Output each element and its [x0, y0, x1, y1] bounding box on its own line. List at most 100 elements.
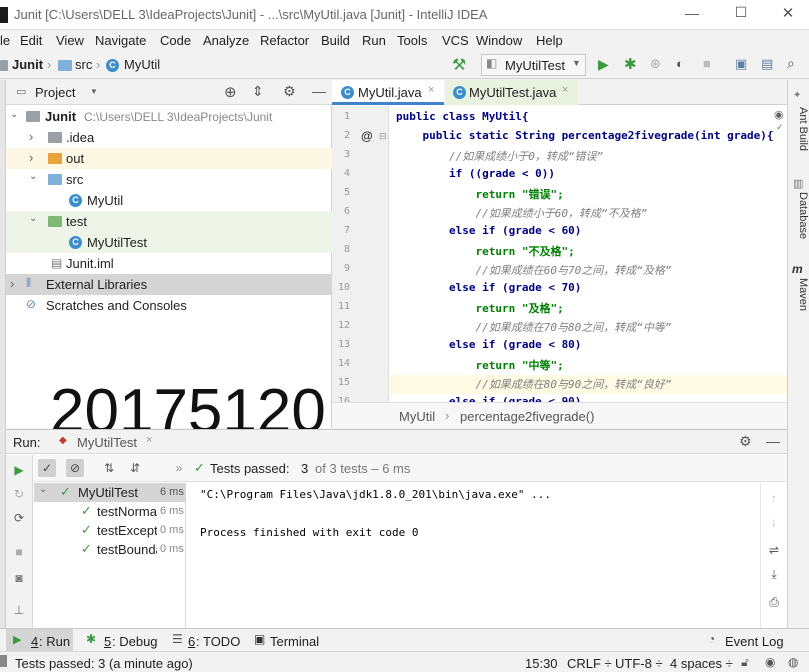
tree-row-external-libraries[interactable]: › ⫴ External Libraries [6, 274, 332, 295]
event-log-button[interactable]: ◔ Event Log [705, 629, 805, 652]
editor-crumb-method[interactable]: percentage2fivegrade() [460, 409, 594, 424]
sdk-icon[interactable]: ▤ [761, 56, 773, 72]
menu-help[interactable]: Help [536, 33, 563, 48]
scroll-to-end-icon[interactable]: ⤓ [765, 565, 783, 583]
breadcrumb-project[interactable]: Junit [12, 57, 43, 72]
menu-tools[interactable]: Tools [397, 33, 427, 48]
maven-tab[interactable]: Maven [787, 278, 809, 311]
sort-alpha-icon[interactable]: ⇅ [100, 459, 118, 477]
run-tab-label[interactable]: MyUtilTest [77, 435, 137, 450]
tree-row-myutil[interactable]: C MyUtil [6, 190, 332, 211]
test-row[interactable]: ✓ testNormal 6 ms [34, 502, 185, 521]
debug-icon[interactable]: ✱ [624, 55, 637, 73]
title-bar: Junit [C:\Users\DELL 3\IdeaProjects\Juni… [0, 0, 809, 30]
indent-setting[interactable]: 4 spaces ÷ [670, 656, 733, 671]
chevron-down-icon[interactable]: ▼ [90, 87, 98, 96]
menu-navigate[interactable]: Navigate [95, 33, 146, 48]
tree-row-test[interactable]: ⌄ test [6, 211, 332, 232]
tab-todo[interactable]: ☰ 6 : TODO [168, 629, 243, 652]
close-tab-icon[interactable]: × [428, 84, 434, 96]
menu-build[interactable]: Build [321, 33, 350, 48]
print-icon[interactable]: ⎙ [765, 593, 783, 611]
menu-run[interactable]: Run [362, 33, 386, 48]
project-panel-title[interactable]: Project [35, 85, 75, 100]
hide-icon[interactable]: — [312, 83, 326, 99]
toggle-autotest-icon[interactable]: ⟳ [10, 509, 28, 527]
test-row[interactable]: ✓ testException 0 ms [34, 521, 185, 540]
minimize-button[interactable]: — [680, 5, 704, 21]
down-arrow-icon[interactable]: ↓ [765, 513, 783, 531]
rerun-failed-icon[interactable]: ↻ [10, 485, 28, 503]
fold-icon[interactable]: ⊟ [379, 131, 387, 142]
soft-wrap-icon[interactable]: ⇌ [765, 541, 783, 559]
test-row[interactable]: ✓ testBoundary 0 ms [34, 540, 185, 559]
code-area[interactable]: public class MyUtil{ public static Strin… [390, 106, 787, 402]
close-button[interactable]: ✕ [776, 4, 800, 22]
tab-debug[interactable]: ✱ 5 : Debug [82, 629, 162, 652]
rerun-icon[interactable]: ▶ [10, 461, 28, 479]
editor-area: C MyUtil.java × C MyUtilTest.java × 1234… [332, 80, 787, 428]
close-tab-icon[interactable]: × [562, 84, 568, 96]
show-passed-icon[interactable]: ✓ [38, 459, 56, 477]
ant-build-tab[interactable]: Ant Build [787, 107, 809, 151]
stop-icon[interactable]: ■ [703, 56, 711, 71]
close-tab-icon[interactable]: × [146, 434, 152, 446]
file-encoding[interactable]: UTF-8 ÷ [615, 656, 663, 671]
memory-icon[interactable]: ◍ [788, 655, 798, 669]
test-row[interactable]: ⌄ ✓ MyUtilTest 6 ms [34, 483, 185, 502]
locate-icon[interactable]: ⊕ [224, 83, 237, 101]
line-separator[interactable]: CRLF ÷ [567, 656, 612, 671]
project-structure-icon[interactable]: ▣ [735, 56, 747, 72]
menu-window[interactable]: Window [476, 33, 522, 48]
stop-icon[interactable]: ■ [10, 543, 28, 561]
menu-view[interactable]: View [56, 33, 84, 48]
pin-icon[interactable]: ⊥ [10, 601, 28, 619]
caret-position[interactable]: 15:30 [525, 656, 558, 671]
show-ignored-icon[interactable]: ⊘ [66, 459, 84, 477]
menu-edit[interactable]: Edit [20, 33, 42, 48]
tree-row-myutiltest[interactable]: C MyUtilTest [6, 232, 332, 253]
hide-icon[interactable]: — [766, 433, 780, 449]
collapse-all-icon[interactable]: ⇕ [252, 83, 264, 100]
tree-row-scratches[interactable]: ⊘ Scratches and Consoles [6, 295, 332, 316]
tree-row-src[interactable]: ⌄ src [6, 169, 332, 190]
run-config-select[interactable]: ◧ MyUtilTest ▼ [481, 54, 586, 76]
run-icon[interactable]: ▶ [598, 56, 609, 73]
tree-row-junit-iml[interactable]: ▤ Junit.iml [6, 253, 332, 274]
gear-icon[interactable]: ⚙ [283, 83, 296, 100]
tree-row-out[interactable]: › out [6, 148, 332, 169]
tab-myutil[interactable]: C MyUtil.java × [332, 80, 444, 105]
inspection-eye-icon[interactable]: ◉ [774, 108, 784, 121]
breadcrumb-file[interactable]: MyUtil [124, 57, 160, 72]
database-tab[interactable]: Database [787, 192, 809, 239]
inspector-icon[interactable]: ◉ [765, 655, 775, 669]
tree-row-idea[interactable]: › .idea [6, 127, 332, 148]
search-icon[interactable]: ⌕ [787, 55, 795, 72]
tab-key: 5 [104, 634, 112, 649]
menu-vcs[interactable]: VCS [442, 33, 469, 48]
build-hammer-icon[interactable]: ⚒ [452, 55, 466, 75]
camera-icon[interactable]: ◙ [10, 569, 28, 587]
editor-crumb-class[interactable]: MyUtil [399, 409, 435, 424]
profile-icon[interactable]: ◐ [676, 56, 684, 71]
console-output[interactable]: "C:\Program Files\Java\jdk1.8.0_201\bin\… [187, 483, 759, 629]
gear-icon[interactable]: ⚙ [739, 433, 752, 450]
sort-duration-icon[interactable]: ⇵ [126, 459, 144, 477]
menu-file[interactable]: le [0, 33, 10, 48]
tab-myutiltest[interactable]: C MyUtilTest.java × [445, 80, 578, 105]
lock-icon[interactable]: 🔓︎ [741, 655, 749, 670]
maximize-button[interactable]: ☐ [729, 4, 753, 21]
breadcrumb-folder[interactable]: src [75, 57, 92, 72]
menu-refactor[interactable]: Refactor [260, 33, 309, 48]
ant-icon: ✦ [793, 90, 802, 101]
menu-code[interactable]: Code [160, 33, 191, 48]
tree-row-root[interactable]: ⌄ Junit C:\Users\DELL 3\IdeaProjects\Jun… [6, 106, 332, 127]
status-bar-toggle-icon[interactable] [0, 655, 7, 667]
coverage-icon[interactable]: ⊛ [650, 56, 661, 72]
tab-terminal[interactable]: ▣ Terminal [250, 629, 330, 652]
tab-run[interactable]: ▶ 4 : Run [6, 629, 73, 652]
up-arrow-icon[interactable]: ↑ [765, 489, 783, 507]
expand-icon[interactable]: » [170, 459, 188, 477]
chevron-right-icon: › [29, 150, 34, 165]
menu-analyze[interactable]: Analyze [203, 33, 249, 48]
